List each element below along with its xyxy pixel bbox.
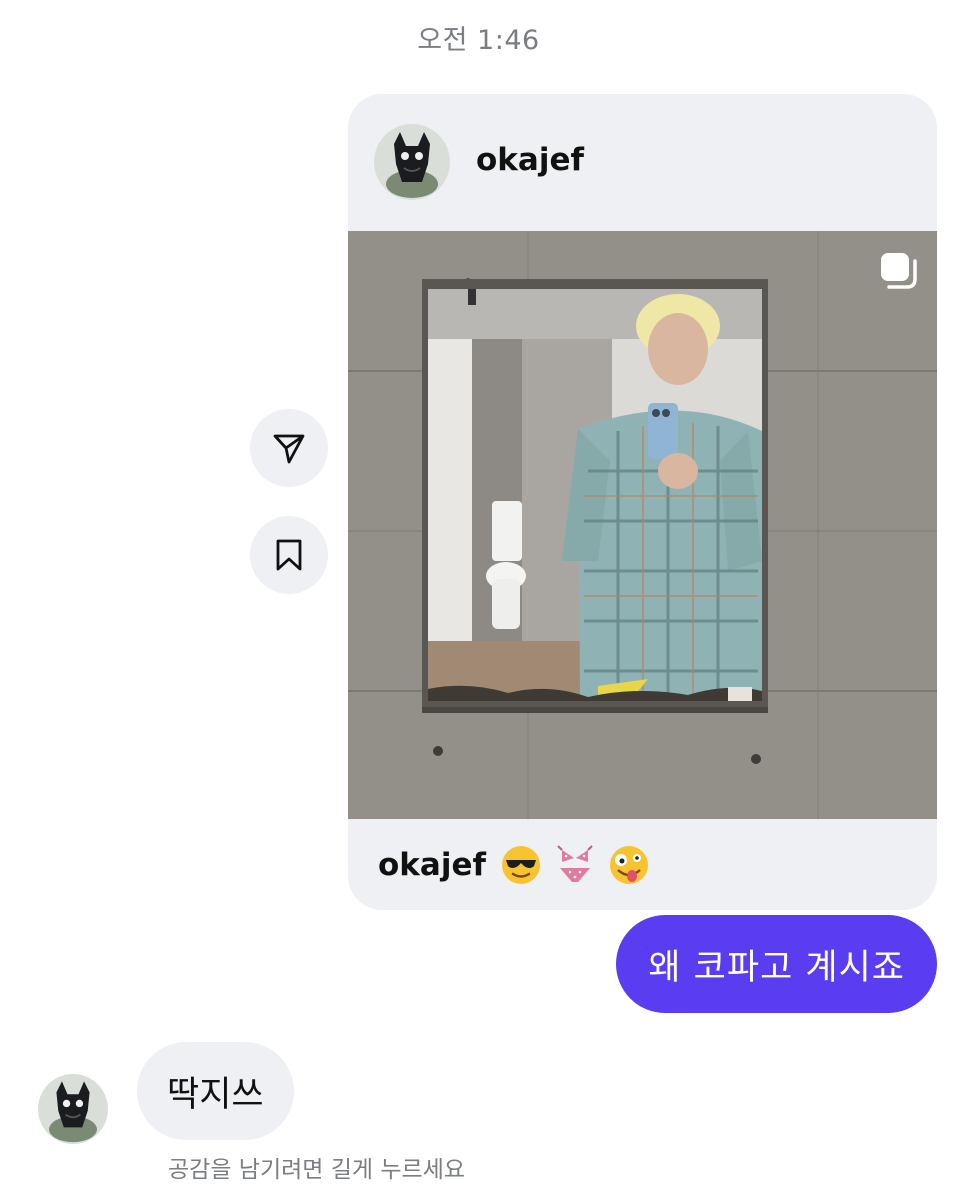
message-timestamp: 오전 1:46: [417, 25, 540, 56]
sunglasses-emoji-icon: [501, 846, 540, 884]
caption-username[interactable]: okajef: [378, 847, 486, 883]
bookmark-icon: [276, 539, 302, 571]
share-post-button[interactable]: [250, 409, 328, 487]
sent-message-bubble[interactable]: 왜 코파고 계시죠: [616, 915, 937, 1013]
bikini-emoji-icon: [557, 845, 593, 882]
post-header[interactable]: okajef: [348, 94, 937, 230]
received-message-text: 딱지쓰: [167, 1074, 264, 1115]
sender-avatar[interactable]: [38, 1074, 108, 1144]
shared-post-card[interactable]: okajef okajef: [348, 94, 937, 910]
post-image[interactable]: [348, 231, 937, 819]
sent-message-text: 왜 코파고 계시죠: [648, 947, 905, 988]
post-caption: okajef: [378, 840, 650, 890]
carousel-icon: [881, 253, 917, 289]
send-icon: [273, 434, 305, 464]
received-message-bubble[interactable]: 딱지쓰: [137, 1042, 294, 1140]
post-author-username[interactable]: okajef: [476, 142, 584, 178]
zany-face-emoji-icon: [609, 846, 648, 884]
reaction-hint-text: 공감을 남기려면 길게 누르세요: [168, 1157, 466, 1183]
save-post-button[interactable]: [250, 516, 328, 594]
post-author-avatar[interactable]: [374, 124, 450, 200]
